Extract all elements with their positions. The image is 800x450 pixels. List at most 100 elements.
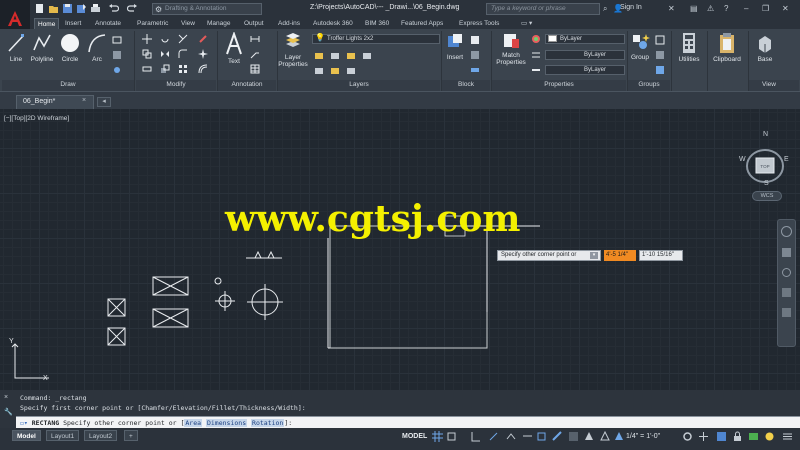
hardware-acceleration-icon[interactable] <box>748 431 759 442</box>
plot-icon[interactable] <box>90 3 101 14</box>
tab-view[interactable]: View <box>178 18 198 29</box>
layer-tool-icon[interactable] <box>330 66 340 76</box>
arc-button[interactable]: Arc <box>86 32 108 63</box>
layer-dropdown[interactable]: Troffer Lights 2x2 <box>312 34 440 44</box>
workspace-switch-icon[interactable] <box>716 431 727 442</box>
dynamic-input-x[interactable]: 4'-5 1/4" <box>604 250 636 261</box>
layer-properties-button[interactable]: Layer Properties <box>278 32 308 68</box>
layer-tool-icon[interactable] <box>362 51 372 61</box>
ortho-icon[interactable] <box>470 431 481 442</box>
tab-home[interactable]: Home <box>34 18 60 29</box>
array-icon[interactable] <box>178 64 188 74</box>
open-icon[interactable] <box>48 3 59 14</box>
search-icon[interactable]: ⌕ <box>603 3 607 14</box>
edit-block-icon[interactable] <box>470 50 480 60</box>
object-snap-tracking-icon[interactable] <box>522 431 533 442</box>
option-rotation[interactable]: Rotation <box>251 419 285 427</box>
compass-north[interactable]: N <box>763 131 768 138</box>
annotation-scale[interactable]: 1/4" = 1'-0" <box>626 430 660 443</box>
create-block-icon[interactable] <box>470 35 480 45</box>
fixture-large-symbol[interactable] <box>247 284 283 320</box>
hatch-icon[interactable] <box>112 50 122 60</box>
linetype-icon[interactable] <box>531 50 541 60</box>
annotation-visibility-icon[interactable] <box>600 430 611 442</box>
tab-parametric[interactable]: Parametric <box>134 18 171 29</box>
help-community-icon[interactable]: ⚠ <box>707 3 714 14</box>
compass-south[interactable]: S <box>764 180 769 187</box>
offset-icon[interactable] <box>198 64 208 74</box>
text-button[interactable]: Text <box>222 32 246 65</box>
tab-autodesk-360[interactable]: Autodesk 360 <box>310 18 356 29</box>
tab-output[interactable]: Output <box>241 18 267 29</box>
dimension-icon[interactable] <box>250 34 260 44</box>
chevron-down-icon[interactable]: ▾ <box>590 252 598 259</box>
light-fixture-symbol[interactable] <box>107 298 126 317</box>
ribbon-options-icon[interactable]: ▭ ▾ <box>518 18 535 29</box>
object-snap-icon[interactable] <box>536 431 547 442</box>
compass-west[interactable]: W <box>739 156 746 163</box>
drawing-area[interactable]: [−][Top][2D Wireframe] Y X www.cgtsj.com… <box>0 109 800 390</box>
settings-icon[interactable] <box>682 431 693 442</box>
redo-icon[interactable] <box>126 3 138 14</box>
annotation-scale-icon[interactable] <box>614 431 625 442</box>
layer-tool-icon[interactable] <box>314 66 324 76</box>
troffer-symbol[interactable] <box>152 276 189 296</box>
insert-button[interactable]: Insert <box>444 32 466 61</box>
tab-insert[interactable]: Insert <box>62 18 84 29</box>
exchange-icon[interactable]: ✕ <box>668 3 675 14</box>
navigation-bar[interactable] <box>777 219 796 347</box>
layout-tab-layout2[interactable]: Layout2 <box>84 430 118 441</box>
move-icon[interactable] <box>142 34 152 44</box>
layout-tab-model[interactable]: Model <box>12 430 41 441</box>
steeringwheel-icon[interactable] <box>781 226 792 237</box>
light-fixture-symbol[interactable] <box>107 327 126 346</box>
lineweight-icon[interactable] <box>531 65 541 75</box>
viewcube-face[interactable]: TOP <box>760 164 769 169</box>
layer-tool-icon[interactable] <box>346 51 356 61</box>
option-area[interactable]: Area <box>184 419 203 427</box>
lock-icon[interactable] <box>732 431 743 442</box>
region-icon[interactable] <box>112 65 122 75</box>
undo-icon[interactable] <box>108 3 120 14</box>
mirror-icon[interactable] <box>160 49 170 59</box>
group-button[interactable]: Group <box>629 32 651 61</box>
selection-cycling-icon[interactable] <box>584 431 595 442</box>
rectangle-icon[interactable] <box>112 35 122 45</box>
color-dropdown[interactable]: ByLayer <box>545 34 625 44</box>
layout-tab-layout1[interactable]: Layout1 <box>46 430 80 441</box>
erase-icon[interactable] <box>198 34 208 44</box>
lineweight-dropdown[interactable]: ByLayer <box>545 65 625 75</box>
transparency-icon[interactable] <box>568 431 579 442</box>
table-icon[interactable] <box>250 64 260 74</box>
tab-manage[interactable]: Manage <box>204 18 234 29</box>
cart-icon[interactable]: ▤ <box>690 3 698 14</box>
pan-icon[interactable] <box>782 248 791 257</box>
add-layout-button[interactable]: + <box>124 430 138 441</box>
layer-tool-icon[interactable] <box>314 51 324 61</box>
help-icon[interactable]: ? <box>724 3 728 14</box>
add-icon[interactable] <box>698 431 709 442</box>
scale-icon[interactable] <box>160 64 170 74</box>
command-line-handle[interactable]: × 🔧 <box>0 390 16 428</box>
copy-icon[interactable] <box>142 49 152 59</box>
group-select-icon[interactable] <box>655 65 665 75</box>
workspace-dropdown[interactable]: ⚙ Drafting & Annotation <box>152 3 262 15</box>
layer-tool-icon[interactable] <box>346 66 356 76</box>
save-as-icon[interactable] <box>76 3 87 14</box>
new-tab-button[interactable]: ◂ <box>97 97 111 107</box>
stretch-icon[interactable] <box>142 64 152 74</box>
isodraft-icon[interactable] <box>506 431 517 442</box>
model-space-button[interactable]: MODEL <box>399 430 430 443</box>
leader-icon[interactable] <box>250 49 260 59</box>
line-button[interactable]: Line <box>5 32 27 63</box>
clipboard-button[interactable]: Clipboard <box>709 32 745 63</box>
polyline-button[interactable]: Polyline <box>28 32 56 63</box>
minimize-icon[interactable]: – <box>744 3 748 14</box>
tab-featured-apps[interactable]: Featured Apps <box>398 18 446 29</box>
compass-east[interactable]: E <box>784 156 789 163</box>
circle-button[interactable]: Circle <box>58 32 82 63</box>
tab-express-tools[interactable]: Express Tools <box>456 18 502 29</box>
option-dimensions[interactable]: Dimensions <box>205 419 248 427</box>
lineweight-toggle-icon[interactable] <box>552 431 563 442</box>
sign-in-link[interactable]: Sign In <box>620 4 642 11</box>
